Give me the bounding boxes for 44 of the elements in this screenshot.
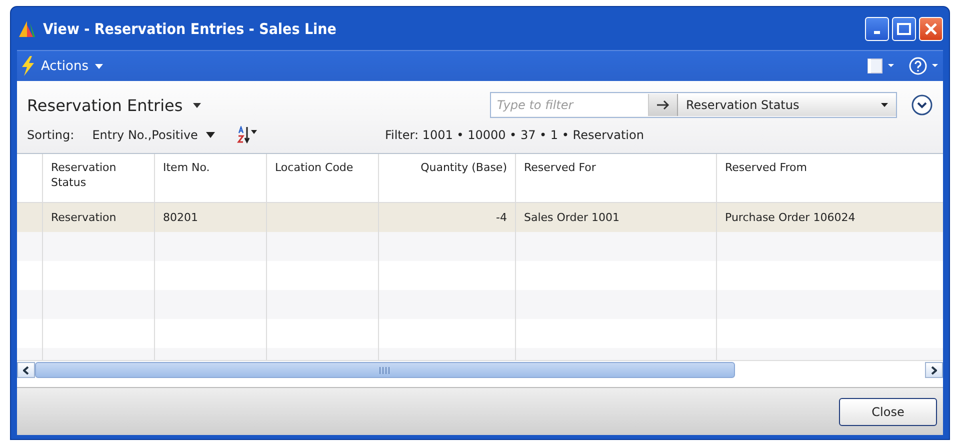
window-title: View - Reservation Entries - Sales Line (43, 20, 336, 38)
arrow-icon (656, 100, 670, 110)
scroll-right-button[interactable] (925, 362, 943, 378)
scroll-left-button[interactable] (17, 362, 35, 378)
layout-icon[interactable] (867, 58, 895, 74)
window-close-button[interactable] (919, 16, 943, 40)
close-button[interactable]: Close (839, 398, 937, 426)
column-header[interactable]: Reserved For (516, 154, 717, 202)
caret-icon[interactable] (192, 102, 201, 108)
minimize-icon (874, 31, 880, 34)
scrollbar-thumb[interactable] (35, 362, 735, 378)
table-cell: 80201 (163, 211, 198, 224)
sort-order-icon[interactable] (236, 126, 259, 144)
sorting-label: Sorting: (27, 128, 74, 142)
column-header[interactable]: Item No. (155, 154, 267, 202)
right-chevron-icon (931, 366, 937, 374)
column-header[interactable]: Location Code (267, 154, 379, 202)
maximize-button[interactable] (892, 16, 916, 40)
filter-column-dropdown[interactable]: Reservation Status (678, 94, 896, 116)
column-header[interactable]: Quantity (Base) (379, 154, 516, 202)
caret-icon (206, 132, 215, 138)
help-icon[interactable] (909, 57, 939, 75)
filter-column-value: Reservation Status (686, 98, 800, 112)
minimize-button[interactable] (865, 16, 889, 40)
filter-summary: Filter: 1001 • 10000 • 37 • 1 • Reservation (384, 128, 644, 142)
left-chevron-icon (23, 366, 29, 374)
actions-menu[interactable]: Actions (21, 56, 102, 76)
caret-icon (881, 103, 888, 107)
expand-icon[interactable] (911, 94, 933, 116)
app-logo-icon (17, 18, 37, 38)
table-cell: Sales Order 1001 (524, 211, 620, 224)
column-header[interactable]: Reserved From (717, 154, 943, 202)
maximize-icon (897, 22, 911, 34)
table-cell: -4 (496, 211, 507, 224)
table-row[interactable]: Reservation 80201 -4 Sales Order 1001 Purchase Order 106024 (17, 203, 943, 232)
filter-field[interactable]: Type to filter (491, 94, 649, 116)
page-title: Reservation Entries (27, 96, 183, 114)
caret-icon (94, 64, 102, 68)
close-icon (925, 22, 937, 34)
table-cell: Reservation (51, 211, 116, 224)
table-cell: Purchase Order 106024 (725, 211, 856, 224)
lightning-icon (21, 56, 35, 76)
apply-filter-button[interactable] (649, 94, 678, 116)
column-header[interactable]: Reservation Status (43, 154, 155, 202)
